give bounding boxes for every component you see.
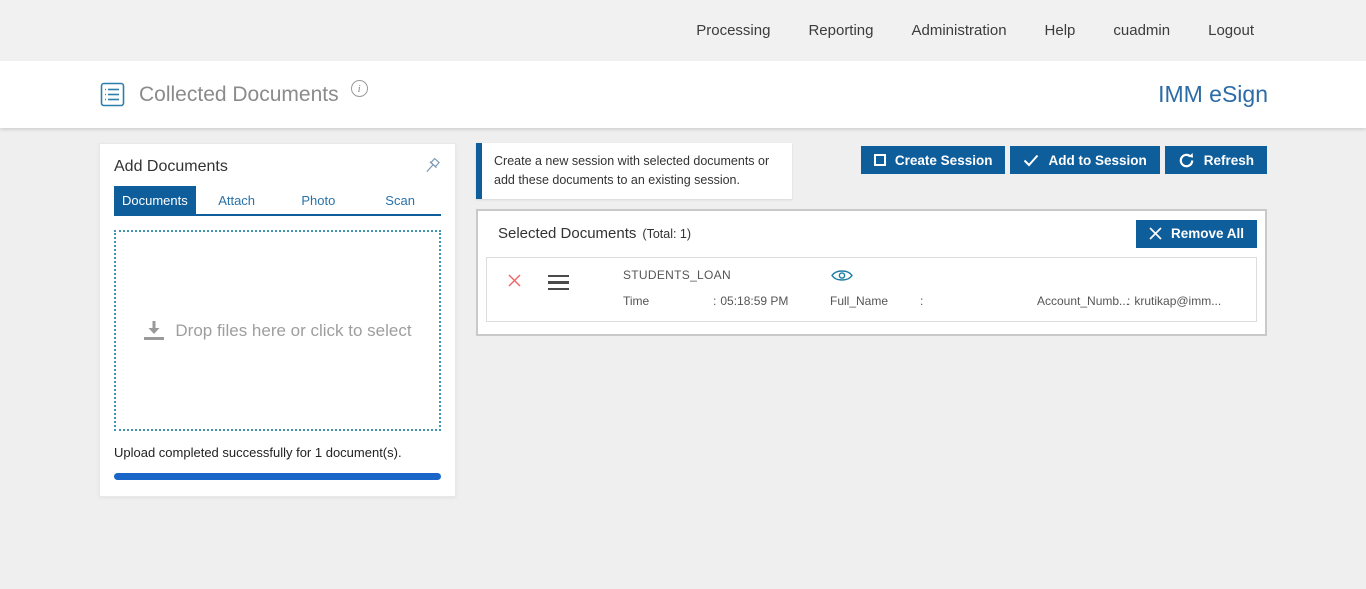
preview-eye-icon[interactable]	[830, 268, 1244, 283]
remove-all-label: Remove All	[1170, 226, 1244, 241]
add-to-session-button[interactable]: Add to Session	[1010, 146, 1160, 174]
add-documents-panel: Add Documents Documents Attach Photo Sca…	[99, 143, 456, 497]
tab-scan[interactable]: Scan	[359, 186, 441, 214]
add-to-session-label: Add to Session	[1048, 152, 1147, 168]
document-details: STUDENTS_LOAN Time:05:18:59 PM Full_Name…	[623, 268, 1244, 308]
field-time-sep: :	[713, 293, 717, 308]
nav-reporting[interactable]: Reporting	[808, 22, 873, 39]
nav-logout[interactable]: Logout	[1208, 22, 1254, 39]
refresh-button[interactable]: Refresh	[1164, 146, 1267, 174]
remove-document-icon[interactable]	[507, 273, 522, 288]
add-documents-tabs: Documents Attach Photo Scan	[114, 186, 441, 216]
field-account-number-label: Account_Numb...	[1037, 293, 1130, 308]
add-documents-header: Add Documents	[114, 157, 441, 176]
page-header: Collected Documents i IMM eSign	[0, 61, 1366, 128]
document-name: STUDENTS_LOAN	[623, 268, 731, 282]
pin-icon[interactable]	[422, 157, 441, 176]
upload-status-text: Upload completed successfully for 1 docu…	[114, 445, 402, 460]
selected-documents-title: Selected Documents	[498, 225, 637, 242]
upload-icon	[143, 321, 165, 340]
field-account-number-value: krutikap@imm...	[1134, 293, 1222, 308]
selected-documents-header: Selected Documents (Total: 1) Remove All	[486, 219, 1257, 257]
field-time-label: Time	[623, 293, 650, 308]
selected-documents-panel: Selected Documents (Total: 1) Remove All	[476, 208, 1267, 336]
field-full-name-sep: :	[920, 293, 924, 308]
remove-all-button[interactable]: Remove All	[1135, 219, 1257, 248]
info-icon[interactable]: i	[350, 80, 368, 97]
field-time-value: 05:18:59 PM	[720, 293, 789, 308]
top-navigation: Processing Reporting Administration Help…	[0, 0, 1366, 61]
dropzone-text: Drop files here or click to select	[175, 320, 412, 340]
field-full-name: Full_Name:	[830, 294, 1037, 308]
x-icon	[1149, 227, 1162, 240]
document-row-line-2: Time:05:18:59 PM Full_Name: Account_Numb…	[623, 294, 1244, 308]
upload-progress-bar	[114, 473, 441, 480]
session-hint-message: Create a new session with selected docum…	[476, 143, 792, 199]
selected-documents-total: (Total: 1)	[642, 226, 692, 241]
square-icon	[873, 154, 886, 166]
field-full-name-label: Full_Name	[830, 293, 889, 308]
collected-documents-icon	[100, 82, 125, 107]
refresh-icon	[1178, 152, 1195, 169]
main-content: Add Documents Documents Attach Photo Sca…	[0, 128, 1366, 497]
field-account-number-sep: :	[1127, 293, 1131, 308]
tab-photo[interactable]: Photo	[278, 186, 360, 214]
field-time: Time:05:18:59 PM	[623, 294, 830, 308]
tab-documents[interactable]: Documents	[114, 186, 196, 214]
tab-attach[interactable]: Attach	[196, 186, 278, 214]
session-buttons: Create Session Add to Session Refresh	[860, 146, 1267, 174]
add-documents-title: Add Documents	[114, 157, 228, 175]
create-session-button[interactable]: Create Session	[860, 146, 1006, 174]
nav-processing[interactable]: Processing	[696, 22, 770, 39]
document-row: STUDENTS_LOAN Time:05:18:59 PM Full_Name…	[486, 256, 1257, 322]
session-column: Create a new session with selected docum…	[476, 143, 1267, 336]
create-session-label: Create Session	[894, 152, 993, 168]
check-icon	[1023, 154, 1039, 167]
page-title: Collected Documents	[139, 82, 339, 106]
refresh-label: Refresh	[1203, 152, 1254, 168]
brand-logo: IMM eSign	[1158, 81, 1268, 107]
document-row-line-1: STUDENTS_LOAN	[623, 268, 1244, 283]
field-account-number: Account_Numb...: krutikap@imm...	[1037, 294, 1244, 308]
nav-help[interactable]: Help	[1045, 22, 1076, 39]
nav-user-cuadmin[interactable]: cuadmin	[1113, 22, 1170, 39]
nav-administration[interactable]: Administration	[912, 22, 1007, 39]
drag-handle-icon[interactable]	[548, 274, 569, 295]
file-dropzone[interactable]: Drop files here or click to select	[114, 230, 441, 431]
session-actions-row: Create a new session with selected docum…	[476, 143, 1267, 199]
